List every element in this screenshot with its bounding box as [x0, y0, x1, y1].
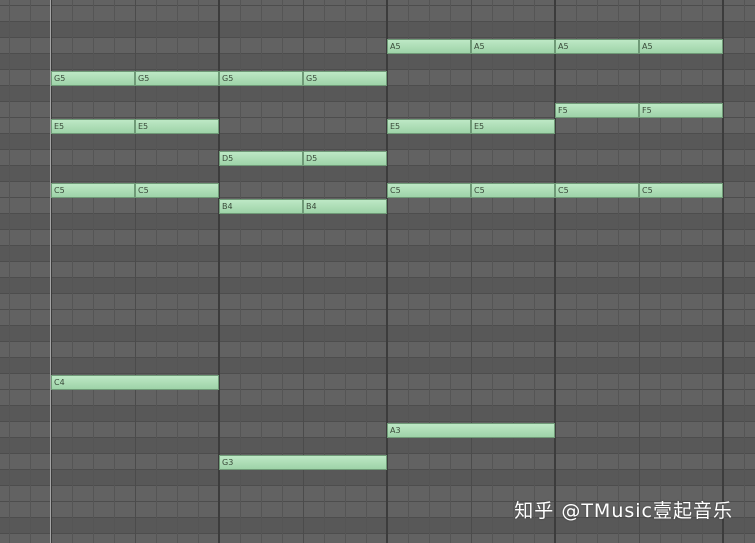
- grid-line: [681, 0, 682, 543]
- note-block[interactable]: B4: [303, 199, 387, 214]
- note-block[interactable]: E5: [387, 119, 471, 134]
- grid-line: [513, 0, 514, 543]
- note-block[interactable]: A5: [639, 39, 723, 54]
- grid-line: [450, 0, 451, 543]
- note-block[interactable]: A5: [555, 39, 639, 54]
- grid-line: [660, 0, 661, 543]
- grid-line: [576, 0, 577, 543]
- note-block[interactable]: C4: [51, 375, 219, 390]
- note-block[interactable]: B4: [219, 199, 303, 214]
- note-block[interactable]: G5: [303, 71, 387, 86]
- note-block[interactable]: F5: [555, 103, 639, 118]
- note-block[interactable]: A5: [471, 39, 555, 54]
- grid-line: [429, 0, 430, 543]
- grid-line: [492, 0, 493, 543]
- grid-line: [471, 0, 472, 543]
- bar-line: [554, 0, 556, 543]
- note-block[interactable]: E5: [51, 119, 135, 134]
- note-block[interactable]: C5: [639, 183, 723, 198]
- grid-line: [408, 0, 409, 543]
- bar-line: [722, 0, 724, 543]
- note-block[interactable]: C5: [387, 183, 471, 198]
- note-block[interactable]: F5: [639, 103, 723, 118]
- note-block[interactable]: E5: [471, 119, 555, 134]
- watermark-text: 知乎 @TMusic壹起音乐: [514, 500, 733, 522]
- grid-line: [639, 0, 640, 543]
- note-block[interactable]: C5: [51, 183, 135, 198]
- grid-line: [702, 0, 703, 543]
- note-block[interactable]: D5: [219, 151, 303, 166]
- grid-line: [30, 0, 31, 543]
- note-block[interactable]: A3: [387, 423, 555, 438]
- note-block[interactable]: A5: [387, 39, 471, 54]
- grid-line: [744, 0, 745, 543]
- note-block[interactable]: E5: [135, 119, 219, 134]
- note-block[interactable]: C5: [555, 183, 639, 198]
- grid-line: [9, 0, 10, 543]
- note-block[interactable]: G3: [219, 455, 387, 470]
- note-block[interactable]: C5: [471, 183, 555, 198]
- piano-roll[interactable]: A5 A5 A5 A5 G5 G5 G5 G5 F5 F5 E5 E5 E5 E5 D5 D5 C5 C5 C5 C5…: [0, 0, 755, 543]
- grid-line: [618, 0, 619, 543]
- note-block[interactable]: D5: [303, 151, 387, 166]
- note-block[interactable]: C5: [135, 183, 219, 198]
- grid-line: [597, 0, 598, 543]
- note-block[interactable]: G5: [135, 71, 219, 86]
- note-block[interactable]: G5: [219, 71, 303, 86]
- grid-line: [534, 0, 535, 543]
- note-block[interactable]: G5: [51, 71, 135, 86]
